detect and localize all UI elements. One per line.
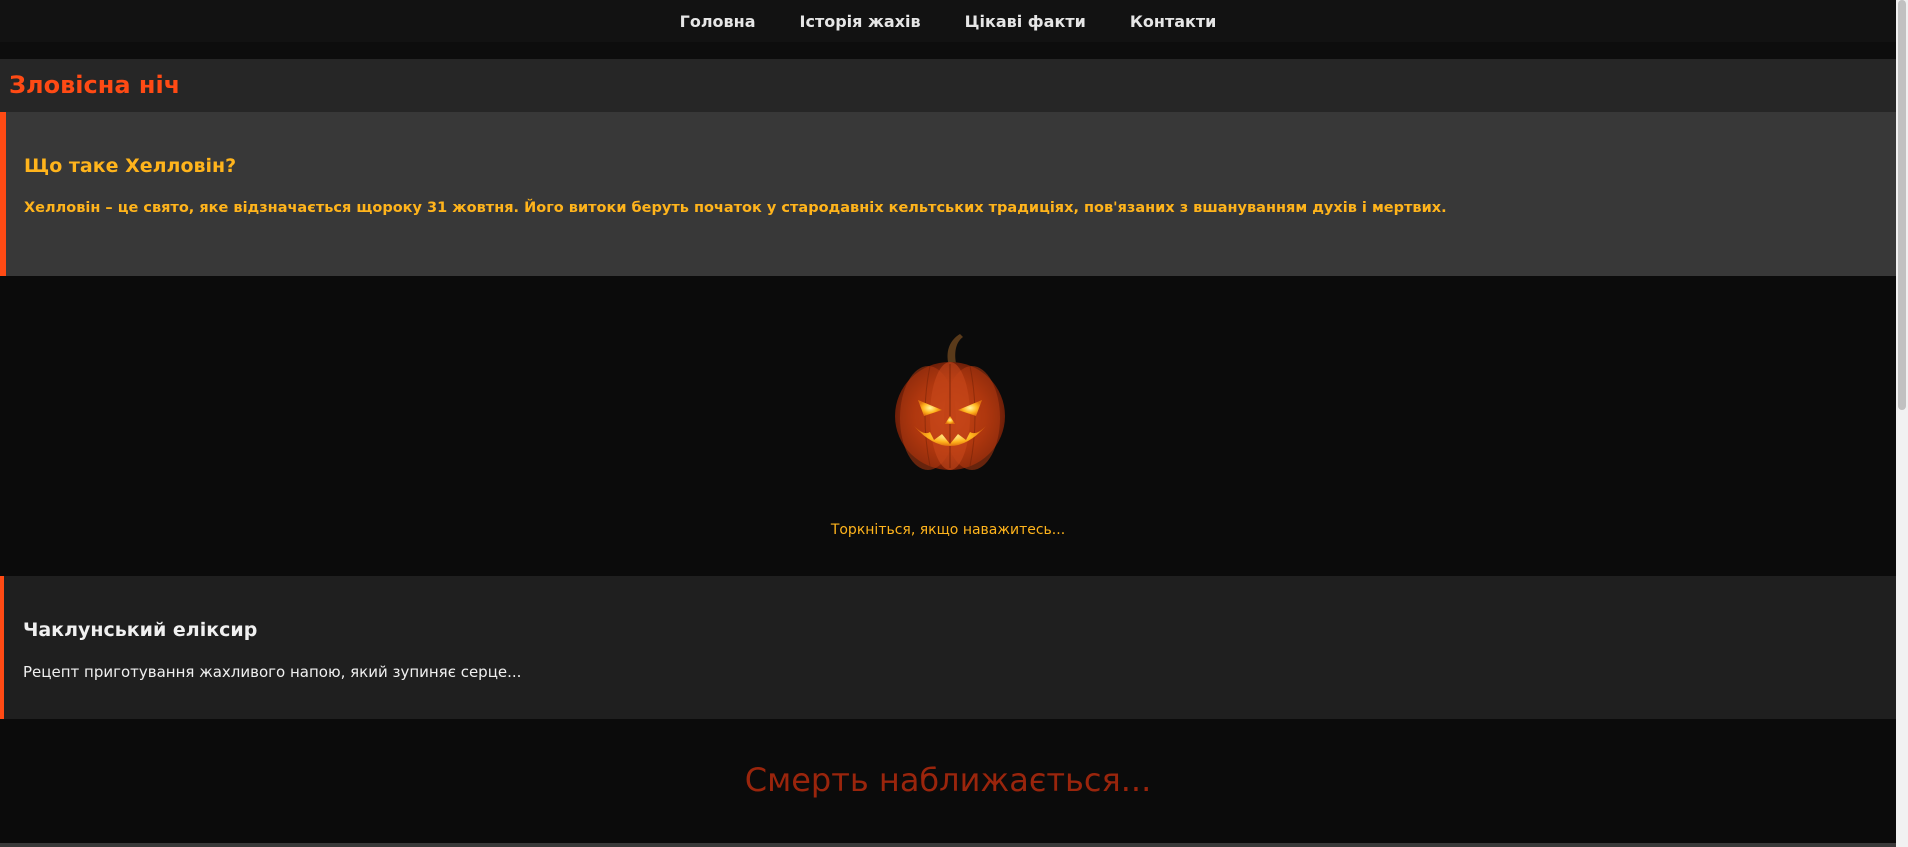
elixir-section: Чаклунський еліксир Рецепт приготування …	[0, 576, 1896, 719]
site-title: Зловісна ніч	[9, 71, 181, 99]
pumpkin-button[interactable]	[890, 328, 1010, 473]
death-approaching-text: Смерть наближається...	[744, 761, 1152, 799]
nav-link-home[interactable]: Головна	[658, 12, 778, 31]
pumpkin-caption: Торкніться, якщо наважитесь...	[830, 522, 1066, 538]
intro-heading: Що таке Хелловін?	[24, 155, 237, 177]
elixir-text: Рецепт приготування жахливого напою, яки…	[23, 663, 522, 681]
nav-link-contacts[interactable]: Контакти	[1108, 12, 1239, 31]
nav-link-facts[interactable]: Цікаві факти	[943, 12, 1108, 31]
top-navigation: Головна Історія жахів Цікаві факти Конта…	[0, 0, 1896, 42]
elixir-heading: Чаклунський еліксир	[23, 619, 258, 641]
halloween-intro-section: Що таке Хелловін? Хелловін – це свято, я…	[0, 112, 1896, 276]
vertical-scrollbar[interactable]	[1896, 0, 1908, 847]
page: Головна Історія жахів Цікаві факти Конта…	[0, 0, 1896, 847]
footer: Смерть наближається...	[0, 719, 1896, 843]
site-header: Зловісна ніч	[0, 59, 1896, 112]
jack-o-lantern-icon	[895, 334, 1005, 470]
browser-viewport: Головна Історія жахів Цікаві факти Конта…	[0, 0, 1908, 847]
bottom-bar	[0, 843, 1896, 847]
nav-link-horror-history[interactable]: Історія жахів	[778, 12, 943, 31]
pumpkin-section: Торкніться, якщо наважитесь...	[0, 276, 1896, 576]
nav-divider	[0, 42, 1896, 59]
scrollbar-thumb[interactable]	[1898, 0, 1906, 410]
intro-text: Хелловін – це свято, яке відзначається щ…	[24, 200, 1447, 216]
